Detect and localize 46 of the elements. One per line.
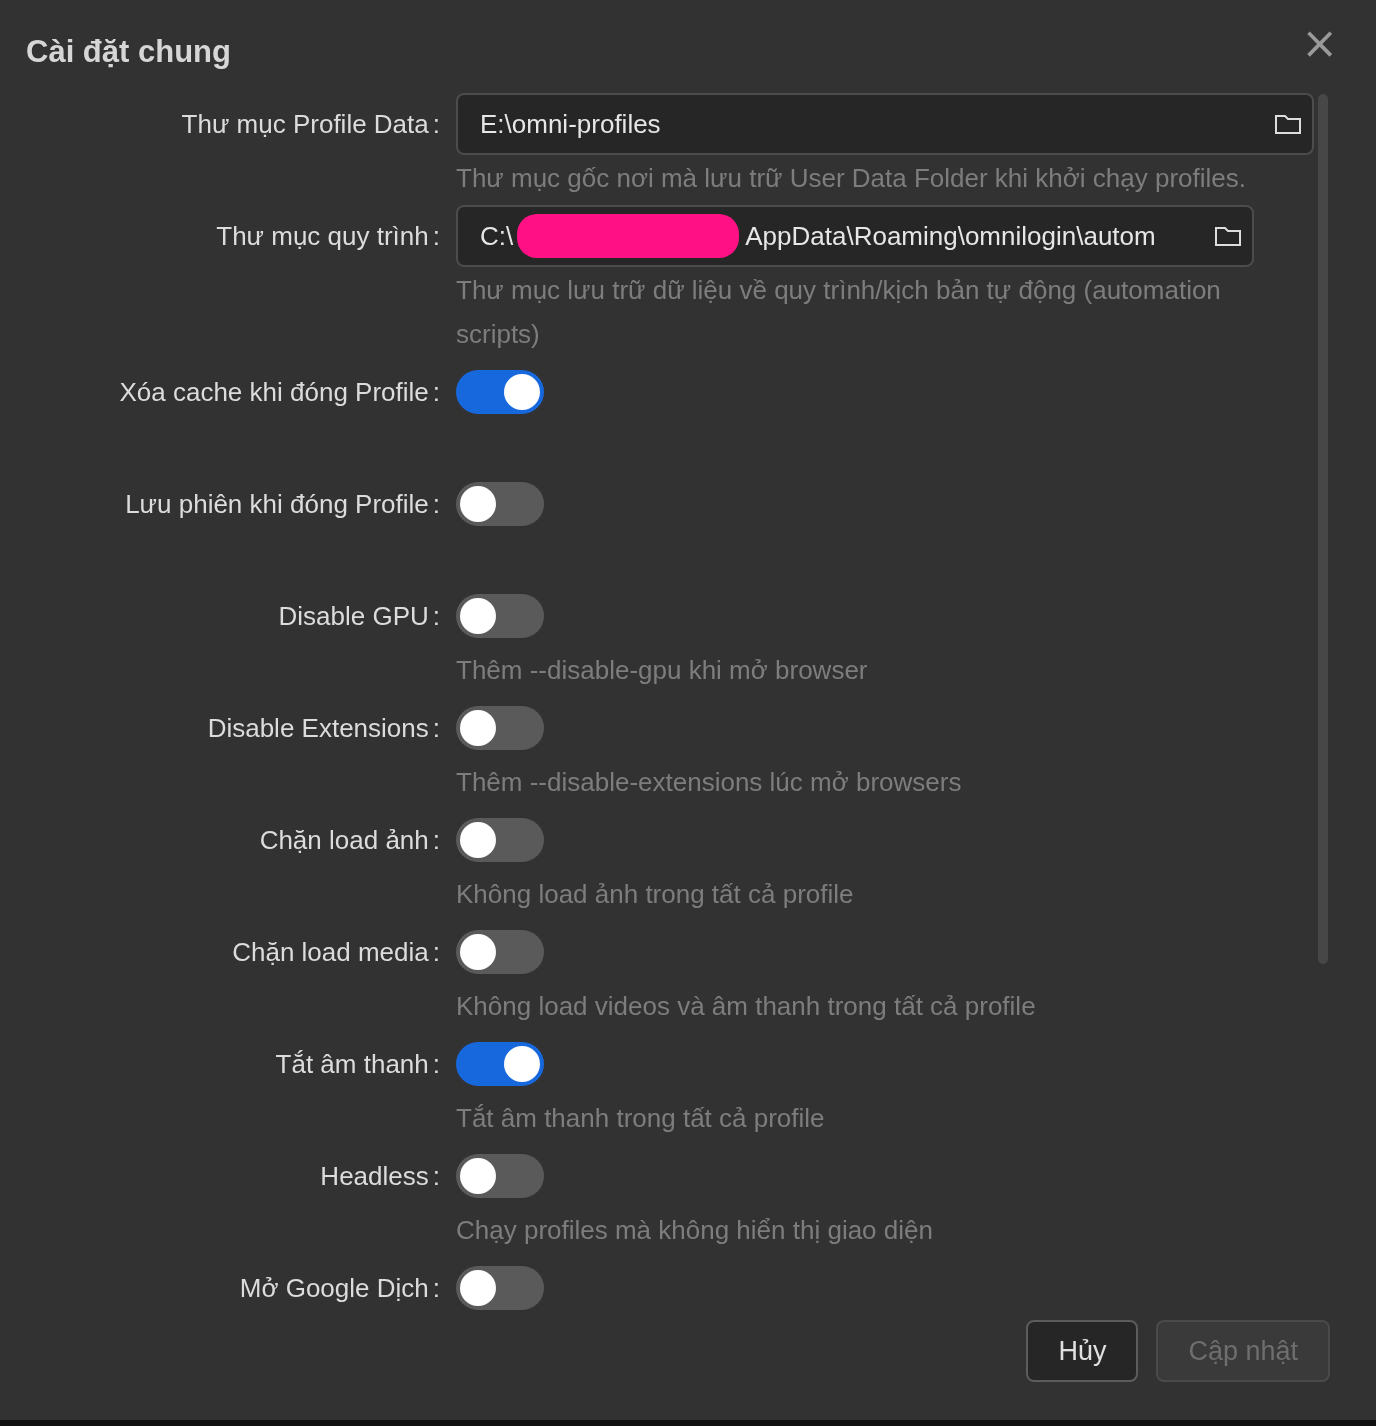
toggle-switch[interactable] xyxy=(456,706,544,750)
help-text: Tắt âm thanh trong tất cả profile xyxy=(456,1102,826,1135)
setting-label: Thư mục quy trình xyxy=(216,220,429,252)
cancel-button[interactable]: Hủy xyxy=(1026,1320,1139,1382)
colon: : xyxy=(432,712,440,744)
help-text: Thư mục lưu trữ dữ liệu về quy trình/kịch bản tự động (automation scripts) xyxy=(456,274,1222,351)
help-text: Thêm --disable-extensions lúc mở browsers xyxy=(456,766,963,799)
folder-path-field[interactable]: E:\omni-profiles xyxy=(456,93,1314,155)
toggle-switch[interactable] xyxy=(456,594,544,638)
setting-label: Chặn load media xyxy=(232,936,429,968)
folder-icon[interactable] xyxy=(1274,112,1302,136)
toggle-switch[interactable] xyxy=(456,370,544,414)
toggle-switch[interactable] xyxy=(456,1154,544,1198)
toggle-switch[interactable] xyxy=(456,1042,544,1086)
colon: : xyxy=(432,488,440,520)
colon: : xyxy=(432,1048,440,1080)
dialog-title: Cài đặt chung xyxy=(26,34,231,70)
colon: : xyxy=(432,1160,440,1192)
setting-label: Lưu phiên khi đóng Profile xyxy=(125,488,429,520)
colon: : xyxy=(432,376,440,408)
close-button[interactable]: × xyxy=(1301,28,1338,58)
setting-label: Disable Extensions xyxy=(207,712,429,744)
setting-label: Thư mục Profile Data xyxy=(181,108,429,140)
setting-label: Headless xyxy=(320,1160,429,1192)
toggle-switch[interactable] xyxy=(456,482,544,526)
colon: : xyxy=(432,600,440,632)
help-text: Thư mục gốc nơi mà lưu trữ User Data Folder khi khởi chạy profiles. xyxy=(456,162,1248,195)
colon: : xyxy=(432,108,440,140)
setting-label: Mở Google Dịch xyxy=(239,1272,429,1304)
folder-icon[interactable] xyxy=(1214,224,1242,248)
toggle-switch[interactable] xyxy=(456,818,544,862)
setting-label: Chặn load ảnh xyxy=(259,824,429,856)
colon: : xyxy=(432,824,440,856)
toggle-switch[interactable] xyxy=(456,1266,544,1310)
setting-label: Tắt âm thanh xyxy=(275,1048,429,1080)
colon: : xyxy=(432,1272,440,1304)
colon: : xyxy=(432,936,440,968)
folder-path-field[interactable]: C:\ AppData\Roaming\omnilogin\autom xyxy=(456,205,1254,267)
help-text: Không load videos và âm thanh trong tất cả profile xyxy=(456,990,1037,1023)
toggle-switch[interactable] xyxy=(456,930,544,974)
setting-label: Xóa cache khi đóng Profile xyxy=(119,376,429,408)
help-text: Không load ảnh trong tất cả profile xyxy=(456,878,855,911)
setting-label: Disable GPU xyxy=(278,600,429,632)
help-text: Chạy profiles mà không hiển thị giao diện xyxy=(456,1214,934,1247)
help-text: Thêm --disable-gpu khi mở browser xyxy=(456,654,869,687)
colon: : xyxy=(432,220,440,252)
